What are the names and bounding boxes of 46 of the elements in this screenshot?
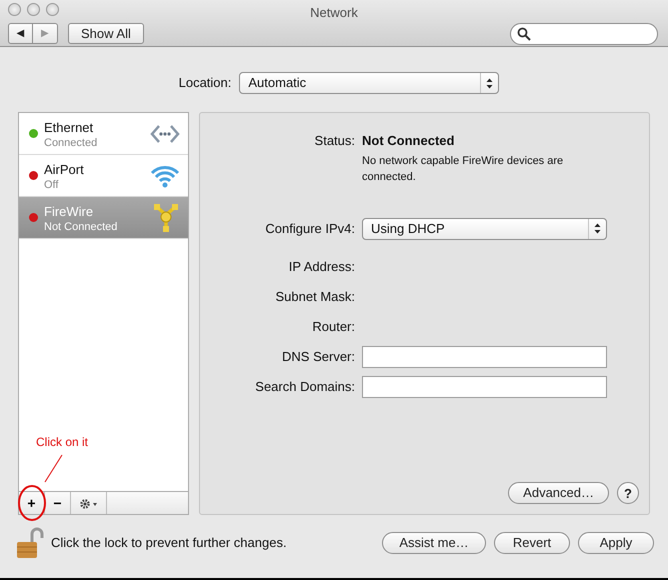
field-label: Configure IPv4: [264,220,355,238]
window-title: Network [310,4,358,22]
search-field[interactable] [510,23,658,45]
back-button[interactable]: ◀ [8,23,33,44]
gear-icon [78,498,98,510]
location-label: Location: [178,74,232,92]
field-label: Search Domains: [254,378,355,396]
add-button[interactable]: + [19,492,45,514]
field-label: Router: [311,318,355,336]
apply-button[interactable]: Apply [578,532,654,554]
service-status: Connected [44,138,98,149]
leader-line [44,454,62,482]
search-icon [517,27,531,41]
field-label: DNS Server: [281,348,355,366]
advanced-button[interactable]: Advanced… [508,482,609,504]
help-button[interactable]: ? [617,482,639,504]
ethernet-arrows-icon [150,122,180,144]
status-label: Status: [314,132,355,150]
service-item[interactable]: Ethernet Connected [19,113,188,155]
status-value: Not Connected [362,132,454,150]
field-label: Subnet Mask: [274,288,355,306]
ipv4-dropdown[interactable]: Using DHCP [362,218,607,240]
service-status: Off [44,180,58,191]
service-name: Ethernet [44,119,94,138]
revert-button[interactable]: Revert [494,532,570,554]
stepper-arrows-icon [594,223,601,234]
assist-button[interactable]: Assist me… [382,532,486,554]
open-lock-icon[interactable] [16,527,44,559]
lock-message: Click the lock to prevent further changes. [51,534,287,552]
text-field[interactable] [362,376,607,398]
service-name: AirPort [44,161,84,180]
window-control-button[interactable] [46,3,59,16]
location-dropdown[interactable]: Automatic [239,72,500,94]
service-name: FireWire [44,203,94,222]
window-control-button[interactable] [27,3,40,16]
window-control-button[interactable] [8,3,21,16]
annotation-circle [18,485,46,521]
annotation-text: Click on it [36,434,88,451]
remove-button[interactable]: − [45,492,71,514]
service-status: Not Connected [44,222,118,233]
show-all-button[interactable]: Show All [68,23,144,44]
firewire-icon [152,202,180,232]
text-field[interactable] [362,346,607,368]
stepper-arrows-icon [486,78,494,88]
status-note: No network capable FireWire devices are connected. [362,154,564,185]
field-label: IP Address: [288,258,355,276]
